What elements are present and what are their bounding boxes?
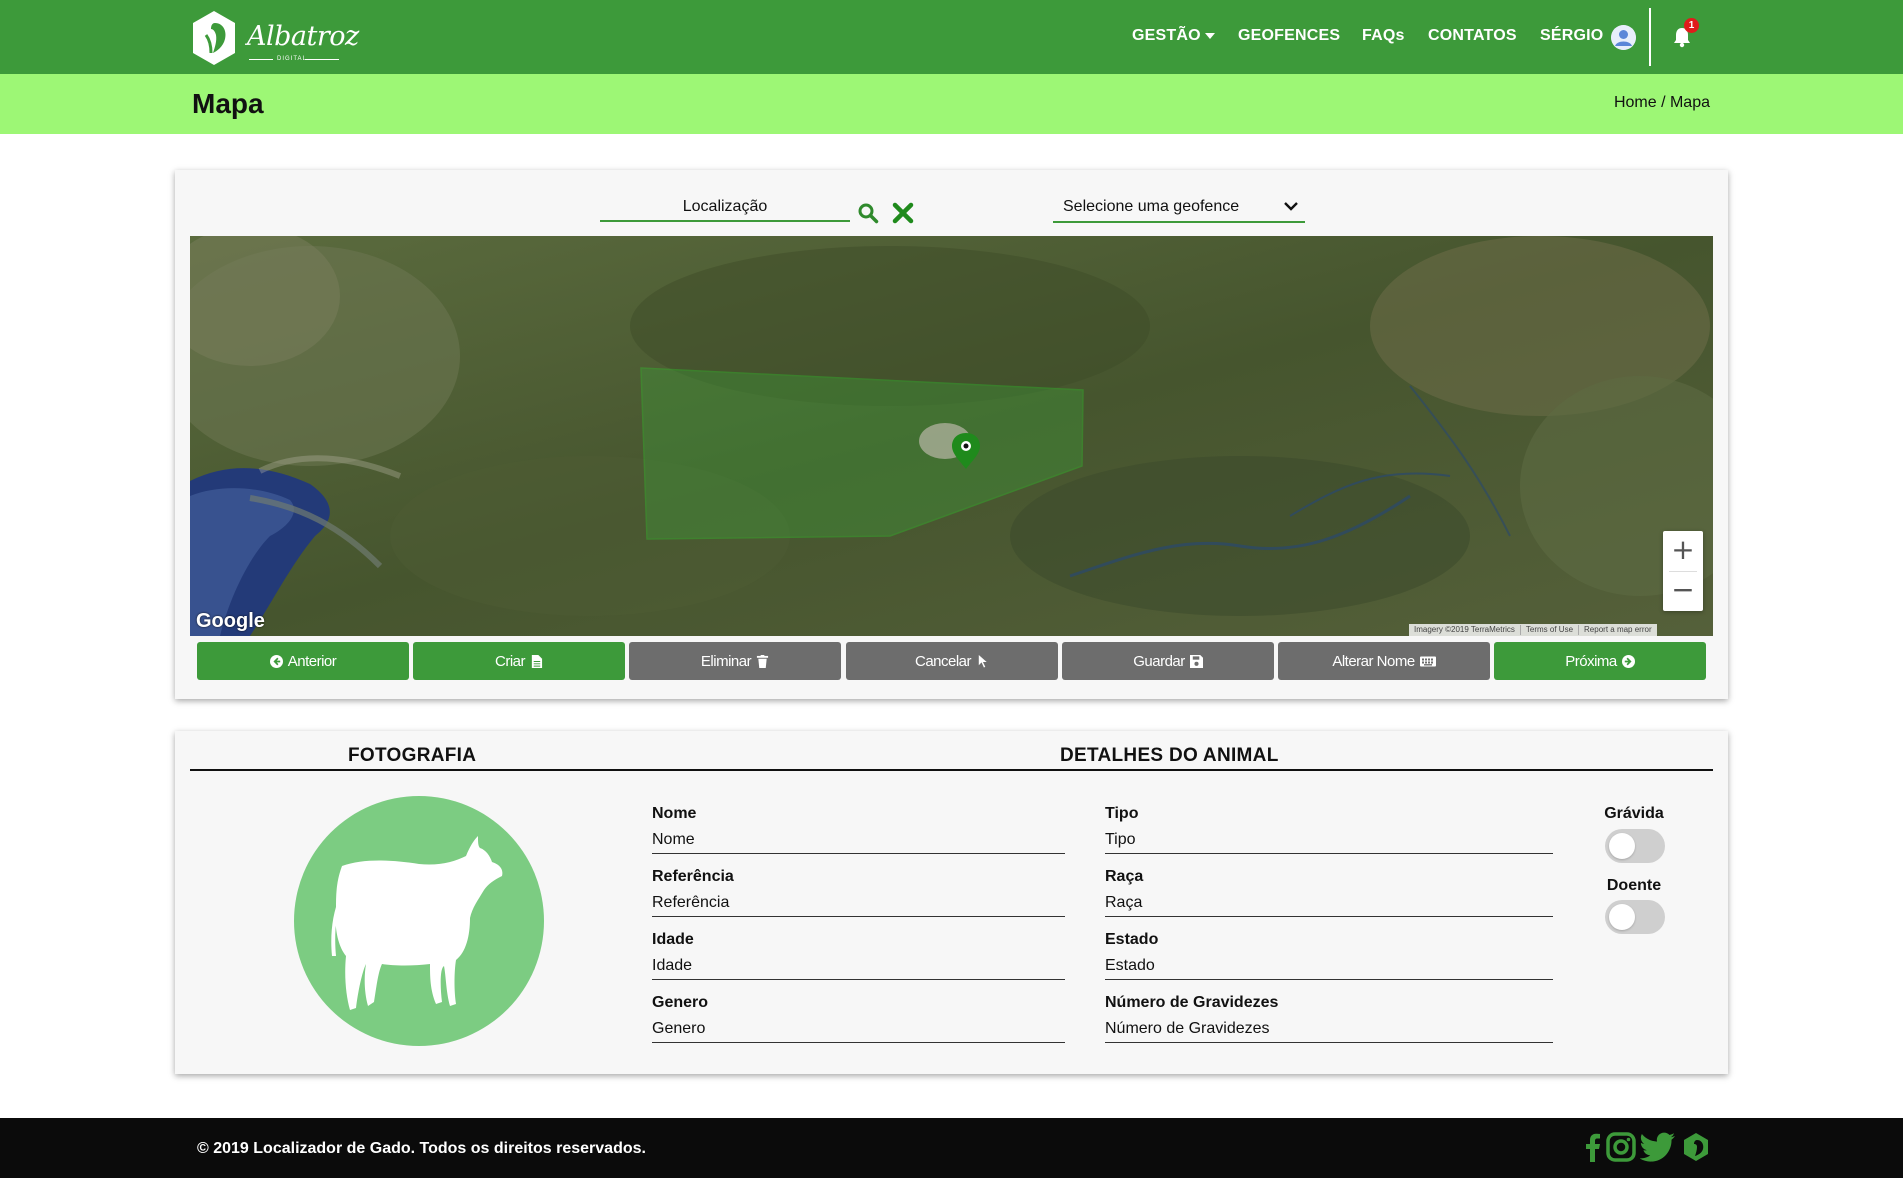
- anterior-button[interactable]: Anterior: [197, 642, 409, 680]
- anterior-label: Anterior: [287, 652, 337, 670]
- doente-toggle[interactable]: [1605, 900, 1665, 934]
- file-icon: [531, 654, 543, 668]
- animal-photo[interactable]: [294, 796, 544, 1046]
- nav-faqs[interactable]: FAQs: [1362, 27, 1405, 45]
- location-search-input[interactable]: [600, 194, 850, 222]
- chevron-down-icon: [1284, 202, 1298, 211]
- attribution-terms[interactable]: Terms of Use: [1521, 625, 1580, 635]
- brand-line-right: [305, 59, 339, 60]
- zoom-in-button[interactable]: +: [1663, 531, 1703, 571]
- alterar-nome-label: Alterar Nome: [1332, 652, 1415, 670]
- map-attribution: Imagery ©2019 TerraMetrics Terms of Use …: [1409, 624, 1657, 636]
- raca-field[interactable]: Raça: [1105, 891, 1553, 917]
- nav-divider: [1649, 8, 1651, 66]
- alterar-nome-button[interactable]: Alterar Nome: [1278, 642, 1490, 680]
- gravidezes-field[interactable]: Número de Gravidezes: [1105, 1017, 1553, 1043]
- tipo-label: Tipo: [1105, 805, 1139, 822]
- doente-label: Doente: [1606, 877, 1662, 894]
- breadcrumb-home[interactable]: Home: [1614, 94, 1657, 111]
- geofence-select[interactable]: Selecione uma geofence: [1053, 194, 1305, 223]
- close-icon[interactable]: [892, 202, 914, 224]
- attribution-imagery: Imagery ©2019 TerraMetrics: [1409, 625, 1521, 635]
- zoom-out-button[interactable]: −: [1663, 571, 1703, 611]
- attribution-report[interactable]: Report a map error: [1579, 625, 1657, 635]
- nav-faqs-label: FAQs: [1362, 27, 1405, 44]
- proxima-button[interactable]: Próxima: [1494, 642, 1706, 680]
- criar-button[interactable]: Criar: [413, 642, 625, 680]
- idade-label: Idade: [652, 931, 694, 948]
- guardar-label: Guardar: [1133, 652, 1185, 670]
- toggle-knob: [1609, 904, 1635, 930]
- map-imagery: [190, 236, 1713, 636]
- referencia-field[interactable]: Referência: [652, 891, 1065, 917]
- footer-copyright: © 2019 Localizador de Gado. Todos os dir…: [197, 1140, 646, 1157]
- keyboard-icon: [1419, 656, 1436, 666]
- gravida-toggle[interactable]: [1605, 829, 1665, 863]
- page-title: Mapa: [192, 88, 264, 119]
- nav-user[interactable]: SÉRGIO: [1540, 27, 1603, 45]
- raca-label: Raça: [1105, 868, 1144, 885]
- gravida-label: Grávida: [1604, 805, 1664, 822]
- guardar-button[interactable]: Guardar: [1062, 642, 1274, 680]
- twitter-icon[interactable]: [1640, 1132, 1676, 1162]
- proxima-label: Próxima: [1565, 652, 1617, 670]
- facebook-icon[interactable]: [1578, 1132, 1608, 1162]
- breadcrumb-separator: /: [1656, 94, 1670, 111]
- brand-name: Albatroz: [247, 21, 359, 52]
- notification-badge: 1: [1684, 18, 1699, 33]
- nav-gestao-label: GESTÃO: [1132, 27, 1201, 44]
- nav-geofences[interactable]: GEOFENCES: [1238, 27, 1340, 45]
- zoom-control: + −: [1663, 531, 1703, 611]
- cow-icon: [331, 836, 503, 1010]
- trash-icon: [757, 654, 769, 668]
- google-logo: Google: [196, 610, 265, 632]
- toggle-knob: [1609, 833, 1635, 859]
- search-icon[interactable]: [857, 202, 879, 224]
- nome-field[interactable]: Nome: [652, 828, 1065, 854]
- animal-details-title: DETALHES DO ANIMAL: [1060, 745, 1279, 766]
- section-divider: [190, 769, 1713, 771]
- arrow-left-circle-icon: [269, 654, 283, 668]
- estado-label: Estado: [1105, 931, 1159, 948]
- photo-section-title: FOTOGRAFIA: [348, 745, 477, 766]
- albatroz-social-icon[interactable]: [1681, 1132, 1711, 1162]
- geofence-select-value: Selecione uma geofence: [1063, 198, 1240, 215]
- user-avatar-icon[interactable]: [1611, 25, 1636, 50]
- eliminar-label: Eliminar: [700, 652, 752, 670]
- estado-field[interactable]: Estado: [1105, 954, 1553, 980]
- nome-label: Nome: [652, 805, 697, 822]
- albatroz-logo-icon: [193, 11, 235, 65]
- satellite-map[interactable]: [190, 236, 1713, 636]
- instagram-icon[interactable]: [1606, 1132, 1636, 1162]
- eliminar-button[interactable]: Eliminar: [629, 642, 841, 680]
- gravidezes-label: Número de Gravidezes: [1105, 994, 1279, 1011]
- nav-contatos-label: CONTATOS: [1428, 27, 1517, 44]
- cancelar-label: Cancelar: [914, 652, 972, 670]
- brand-line-left: [249, 59, 273, 60]
- brand-sub: DIGITAL: [277, 56, 307, 62]
- save-icon: [1189, 654, 1203, 668]
- breadcrumb-current: Mapa: [1669, 94, 1710, 111]
- idade-field[interactable]: Idade: [652, 954, 1065, 980]
- nav-contatos[interactable]: CONTATOS: [1428, 27, 1517, 45]
- criar-label: Criar: [495, 652, 526, 670]
- pointer-icon: [978, 654, 987, 668]
- arrow-right-circle-icon: [1621, 654, 1635, 668]
- cancelar-button[interactable]: Cancelar: [846, 642, 1058, 680]
- brand-wordmark: Albatroz DIGITAL: [247, 13, 359, 63]
- nav-user-label: SÉRGIO: [1540, 27, 1604, 44]
- genero-field[interactable]: Genero: [652, 1017, 1065, 1043]
- tipo-field[interactable]: Tipo: [1105, 828, 1553, 854]
- user-avatar-svg: [1611, 25, 1636, 50]
- brand-logo[interactable]: Albatroz DIGITAL: [189, 8, 359, 68]
- caret-down-icon: [1204, 33, 1215, 39]
- breadcrumb: Home / Mapa: [1614, 94, 1710, 112]
- nav-geofences-label: GEOFENCES: [1238, 27, 1341, 44]
- nav-gestao[interactable]: GESTÃO: [1132, 27, 1215, 45]
- genero-label: Genero: [652, 994, 709, 1011]
- referencia-label: Referência: [652, 868, 734, 885]
